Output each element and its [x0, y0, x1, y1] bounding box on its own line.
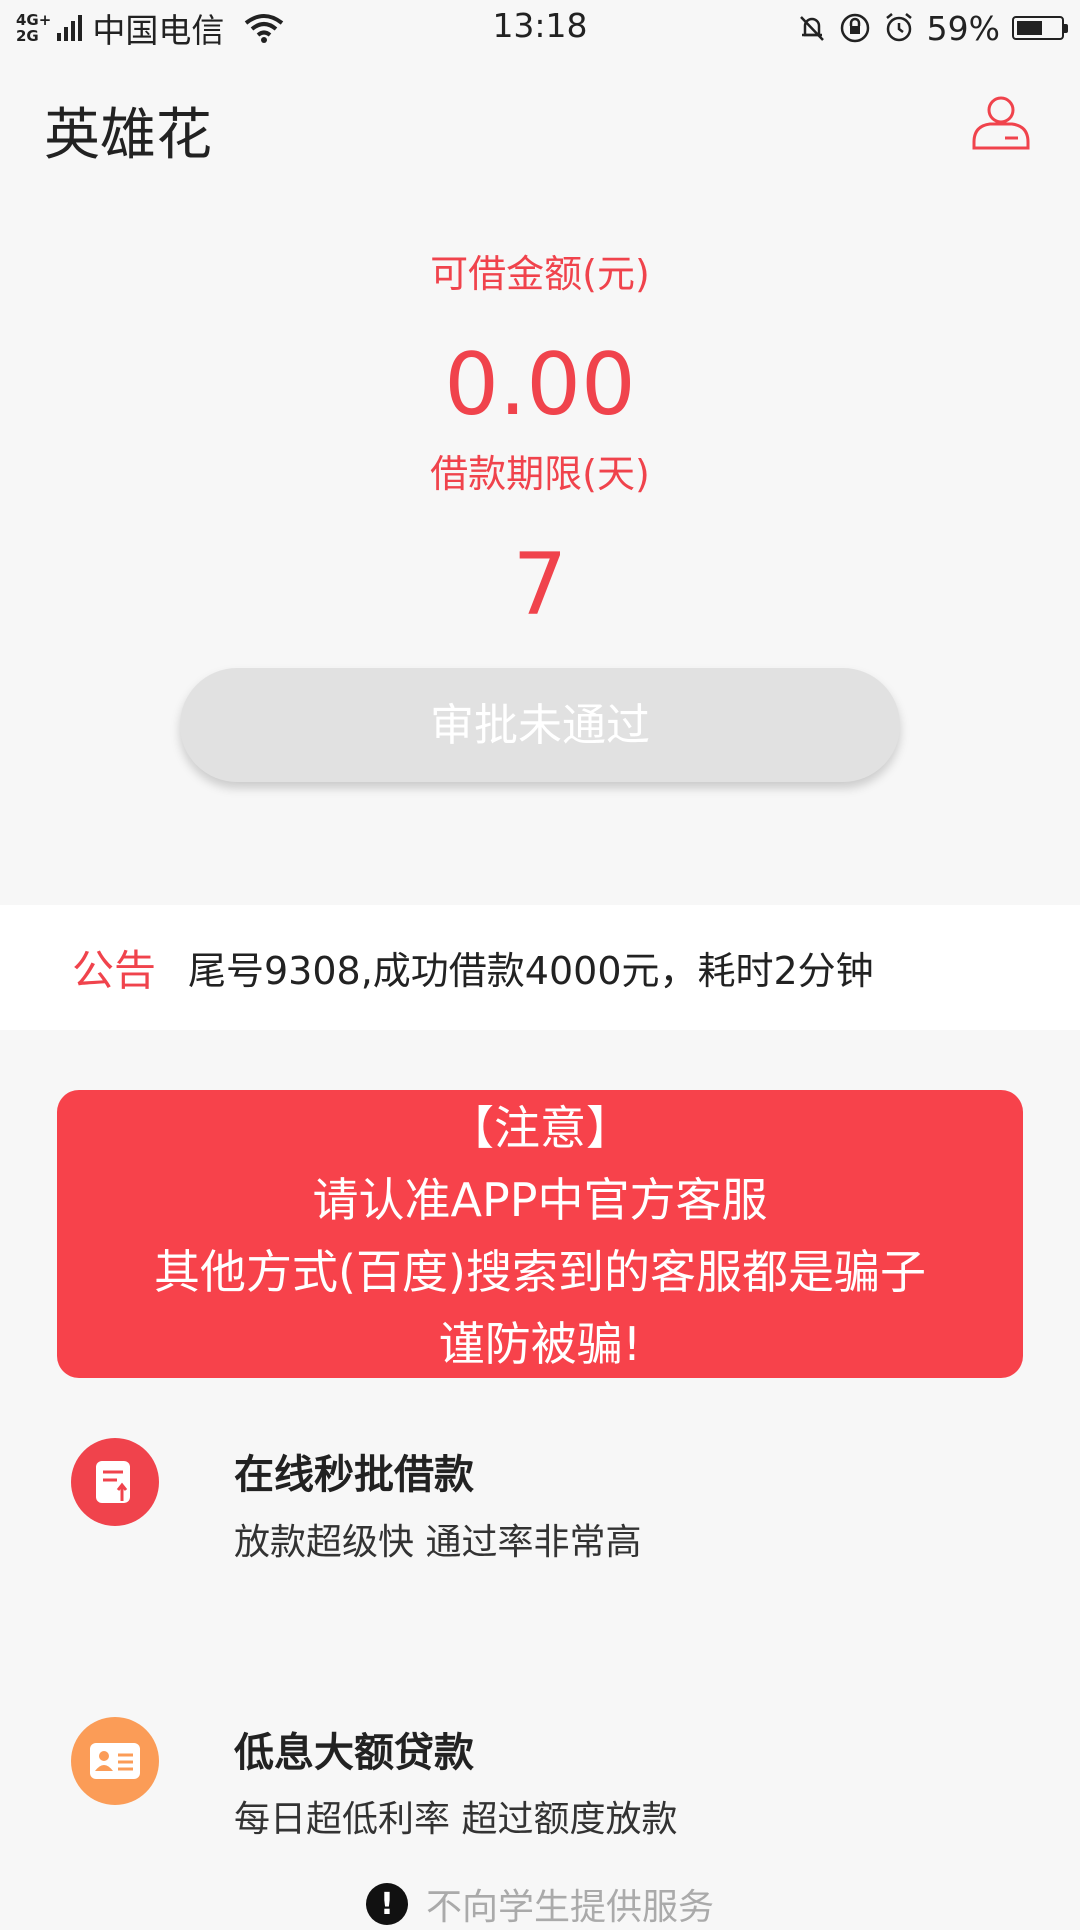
battery-percent: 59%	[926, 8, 1000, 48]
id-card-icon	[71, 1717, 159, 1805]
warning-line: 请认准APP中官方客服	[312, 1173, 768, 1227]
footer-note: ! 不向学生提供服务	[0, 1878, 1080, 1930]
warning-banner: 【注意】 请认准APP中官方客服 其他方式(百度)搜索到的客服都是骗子 谨防被骗…	[57, 1090, 1023, 1378]
footer-text: 不向学生提供服务	[425, 1887, 714, 1928]
warning-line: 【注意】	[448, 1101, 632, 1155]
term-label: 借款期限(天)	[430, 452, 650, 496]
info-icon: !	[365, 1883, 408, 1925]
announcement-bar: 公告 尾号9308,成功借款4000元，耗时2分钟	[0, 905, 1080, 1030]
announcement-text: 尾号9308,成功借款4000元，耗时2分钟	[188, 949, 874, 993]
mute-bell-icon	[799, 16, 824, 41]
term-value: 7	[512, 535, 568, 635]
announcement-label: 公告	[72, 946, 157, 995]
alarm-icon	[885, 13, 912, 42]
amount-label: 可借金额(元)	[430, 252, 650, 296]
approval-status-button[interactable]: 审批未通过	[180, 668, 900, 782]
user-icon[interactable]	[970, 90, 1032, 152]
warning-line: 谨防被骗!	[438, 1317, 642, 1371]
battery-icon	[1012, 16, 1068, 40]
feature-title: 在线秒批借款	[234, 1452, 474, 1498]
document-icon	[71, 1438, 159, 1526]
feature-title: 低息大额贷款	[234, 1730, 474, 1776]
feature-description: 每日超低利率 超过额度放款	[234, 1799, 678, 1840]
warning-line: 其他方式(百度)搜索到的客服都是骗子	[154, 1245, 926, 1299]
rotation-lock-icon	[840, 13, 869, 43]
amount-value: 0.00	[444, 335, 636, 435]
app-title: 英雄花	[44, 103, 212, 168]
status-right: 59%	[797, 6, 1068, 50]
status-bar: 4G+ 2G 中国电信 13:18 59%	[0, 0, 1080, 56]
feature-description: 放款超级快 通过率非常高	[234, 1522, 642, 1563]
